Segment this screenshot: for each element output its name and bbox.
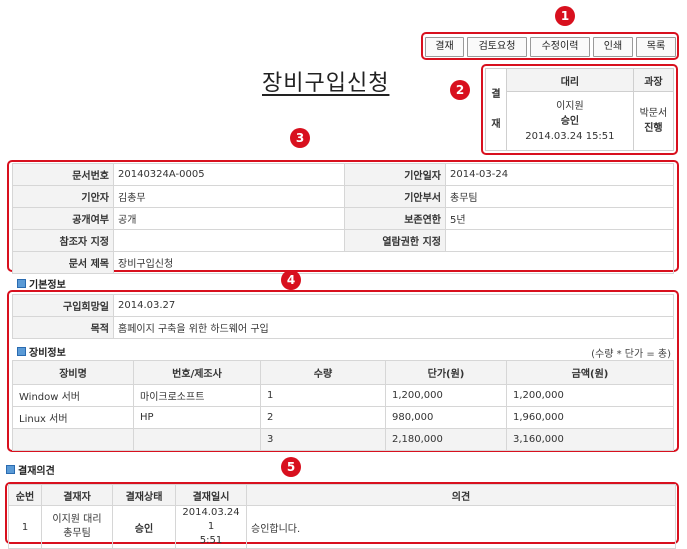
purchase-date-label: 구입희망일 xyxy=(12,294,114,317)
approval-cell-manager: 박문서 진행 xyxy=(632,91,675,151)
opinion-text: 승인합니다. xyxy=(246,505,676,549)
equipment-total-unit-price: 2,180,000 xyxy=(385,428,507,451)
draft-dept-value: 총무팀 xyxy=(445,185,674,208)
equipment-cell: Linux 서버 xyxy=(12,406,134,429)
equipment-cell: 1,960,000 xyxy=(506,406,674,429)
equipment-cell: HP xyxy=(133,406,261,429)
opinions-heading: 결재의견 xyxy=(6,462,55,477)
table-row: Window 서버 마이크로소프트 1 1,200,000 1,200,000 xyxy=(12,384,674,407)
print-button[interactable]: 인쇄 xyxy=(593,37,633,57)
draft-date-label: 기안일자 xyxy=(344,163,446,186)
approval-side-char-1: 결 xyxy=(491,88,501,100)
cc-label: 참조자 지정 xyxy=(12,229,114,252)
review-request-button[interactable]: 검토요청 xyxy=(467,37,527,57)
opinion-status: 승인 xyxy=(112,505,176,549)
approval-side-char-2: 재 xyxy=(491,118,501,130)
opinions-title: 결재의견 xyxy=(18,466,55,477)
equipment-cell: 2 xyxy=(260,406,386,429)
retention-value: 5년 xyxy=(445,207,674,230)
equipment-total-amount: 3,160,000 xyxy=(506,428,674,451)
equipment-title: 장비정보 xyxy=(29,348,66,359)
list-button[interactable]: 목록 xyxy=(636,37,676,57)
table-row: 3 2,180,000 3,160,000 xyxy=(12,428,674,451)
approval-table: 결 재 대리 과장 이지원 승인 2014.03.24 15:51 박문서 진행 xyxy=(485,68,675,151)
table-row: Linux 서버 HP 2 980,000 1,960,000 xyxy=(12,406,674,429)
approver-name: 박문서 xyxy=(639,108,668,119)
retention-label: 보존연한 xyxy=(344,207,446,230)
opinion-date: 2014.03.24 1 5:51 xyxy=(175,505,247,549)
opinion-date-line: 5:51 xyxy=(199,535,223,546)
basic-info-heading: 기본정보 xyxy=(17,276,66,291)
equipment-col-amount: 금액(원) xyxy=(506,360,674,385)
section-bullet-icon xyxy=(17,279,26,288)
opinion-approver-name: 이지원 대리 xyxy=(52,514,102,525)
equipment-col-name: 장비명 xyxy=(12,360,134,385)
section-bullet-icon xyxy=(17,347,26,356)
subject-label: 문서 제목 xyxy=(12,251,114,274)
doc-info-table: 문서번호 20140324A-0005 기안일자 2014-03-24 기안자 … xyxy=(12,163,674,274)
equipment-col-unit-price: 단가(원) xyxy=(385,360,507,385)
approver-date: 2014.03.24 15:51 xyxy=(525,130,615,142)
equipment-cell: 1,200,000 xyxy=(385,384,507,407)
opinion-approver: 이지원 대리 총무팀 xyxy=(41,505,113,549)
annotation-badge-1: 1 xyxy=(555,6,575,26)
opinions-col-no: 순번 xyxy=(8,484,42,506)
equipment-col-maker: 번호/제조사 xyxy=(133,360,261,385)
annotation-badge-4: 4 xyxy=(281,270,301,290)
drafter-label: 기안자 xyxy=(12,185,114,208)
revision-history-button[interactable]: 수정이력 xyxy=(530,37,590,57)
equipment-cell xyxy=(12,428,134,451)
equipment-heading: 장비정보 xyxy=(17,344,66,359)
annotation-badge-5: 5 xyxy=(281,457,301,477)
approver-status: 승인 xyxy=(560,115,580,127)
opinions-col-approver: 결재자 xyxy=(41,484,113,506)
opinion-date-line: 2014.03.24 1 xyxy=(182,507,240,532)
section-bullet-icon xyxy=(6,465,15,474)
opinions-col-status: 결재상태 xyxy=(112,484,176,506)
purchase-date-value: 2014.03.27 xyxy=(113,294,674,317)
opinions-table: 순번 결재자 결재상태 결재일시 의견 1 이지원 대리 총무팀 승인 2014… xyxy=(8,484,676,549)
drafter-value: 김총무 xyxy=(113,185,345,208)
purpose-value: 홈페이지 구축을 위한 하드웨어 구입 xyxy=(113,316,674,339)
document-title: 장비구입신청 xyxy=(262,71,390,96)
equipment-cell xyxy=(133,428,261,451)
approval-header-manager: 과장 xyxy=(632,68,675,92)
equipment-table: 장비명 번호/제조사 수량 단가(원) 금액(원) Window 서버 마이크로… xyxy=(12,360,674,451)
equipment-cell: 마이크로소프트 xyxy=(133,384,261,407)
approval-header-deputy: 대리 xyxy=(506,68,634,92)
doc-number-value: 20140324A-0005 xyxy=(113,163,345,186)
approve-button[interactable]: 결재 xyxy=(425,37,464,57)
annotation-badge-3: 3 xyxy=(290,128,310,148)
approval-side-label: 결 재 xyxy=(485,68,507,151)
cc-value[interactable] xyxy=(113,229,345,252)
approver-status: 진행 xyxy=(644,123,663,134)
draft-date-value: 2014-03-24 xyxy=(445,163,674,186)
equipment-col-qty: 수량 xyxy=(260,360,386,385)
view-permission-value[interactable] xyxy=(445,229,674,252)
equipment-cell: 1,200,000 xyxy=(506,384,674,407)
public-label: 공개여부 xyxy=(12,207,114,230)
doc-number-label: 문서번호 xyxy=(12,163,114,186)
equipment-cell: 980,000 xyxy=(385,406,507,429)
draft-dept-label: 기안부서 xyxy=(344,185,446,208)
approval-cell-deputy: 이지원 승인 2014.03.24 15:51 xyxy=(506,91,634,151)
opinion-approver-dept: 총무팀 xyxy=(63,528,91,539)
opinion-no: 1 xyxy=(8,505,42,549)
equipment-total-qty: 3 xyxy=(260,428,386,451)
table-row: 1 이지원 대리 총무팀 승인 2014.03.24 1 5:51 승인합니다. xyxy=(8,505,676,549)
equipment-cell: Window 서버 xyxy=(12,384,134,407)
equipment-cell: 1 xyxy=(260,384,386,407)
opinions-col-date: 결재일시 xyxy=(175,484,247,506)
view-permission-label: 열람권한 지정 xyxy=(344,229,446,252)
opinions-col-opinion: 의견 xyxy=(246,484,676,506)
annotation-badge-2: 2 xyxy=(450,80,470,100)
approver-name: 이지원 xyxy=(556,100,584,112)
basic-info-table: 구입희망일 2014.03.27 목적 홈페이지 구축을 위한 하드웨어 구입 xyxy=(12,294,674,339)
subject-value: 장비구입신청 xyxy=(113,251,674,274)
equipment-formula-note: (수량 * 단가 = 총) xyxy=(591,349,671,360)
purpose-label: 목적 xyxy=(12,316,114,339)
public-value: 공개 xyxy=(113,207,345,230)
